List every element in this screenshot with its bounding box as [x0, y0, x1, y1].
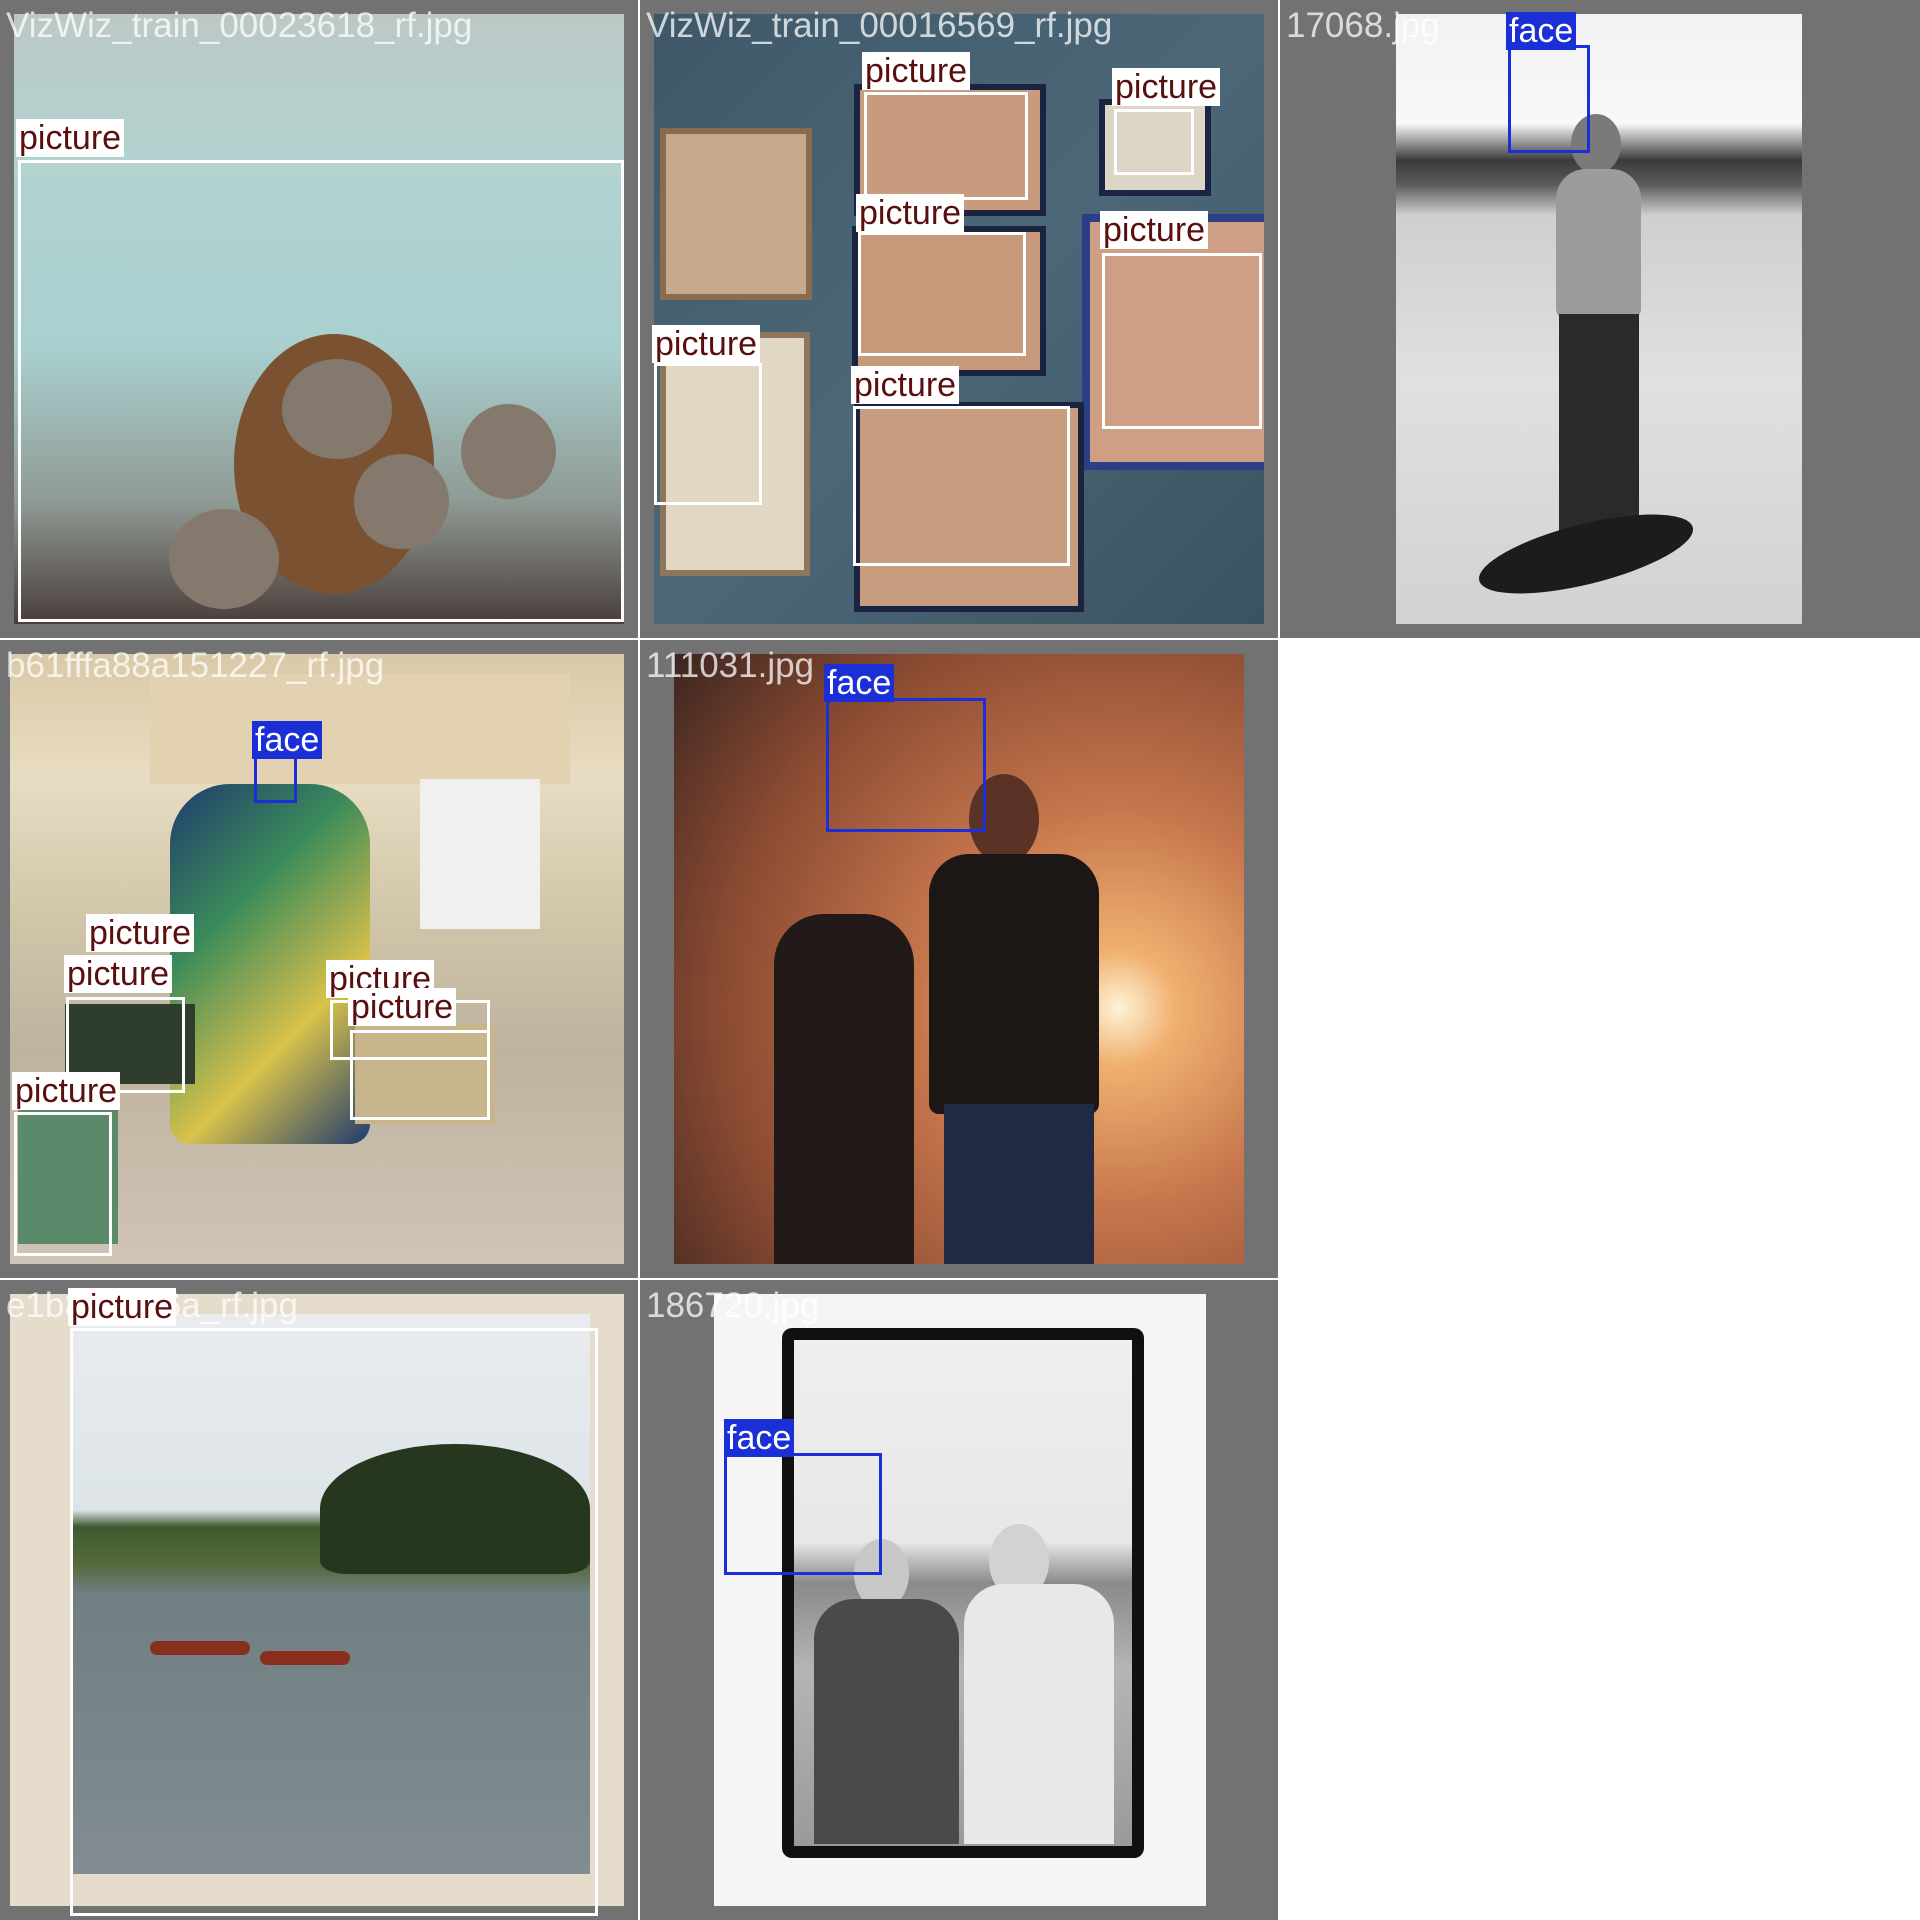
person-torso: [929, 854, 1099, 1114]
picture-bounding-box: [1102, 253, 1262, 429]
picture-bounding-box: [70, 1328, 598, 1916]
class-label: picture: [652, 325, 761, 363]
class-label: picture: [856, 194, 965, 232]
class-label: picture: [86, 914, 195, 952]
picture-bounding-box: [1114, 109, 1194, 175]
picture-bounding-box: [350, 1030, 490, 1120]
frame: [660, 128, 812, 300]
person-torso: [1556, 169, 1641, 319]
class-label: face: [824, 664, 895, 702]
tile-6: e1b829ad6a_rf.jpg picture: [0, 1280, 638, 1920]
person-legs: [1559, 314, 1639, 544]
photo-7: [714, 1294, 1206, 1906]
filename-label: 111031.jpg: [646, 646, 815, 685]
person-body: [814, 1599, 959, 1844]
filename-label: 186720.jpg: [646, 1286, 820, 1325]
class-label: face: [252, 721, 323, 759]
class-label: picture: [862, 52, 971, 90]
face-bounding-box: [826, 698, 986, 832]
class-label: picture: [64, 955, 173, 993]
person-legs: [944, 1104, 1094, 1264]
tile-4: b61fffa88a151227_rf.jpg face picture pic…: [0, 640, 638, 1278]
class-label: picture: [68, 1288, 177, 1326]
filename-label: b61fffa88a151227_rf.jpg: [6, 646, 385, 685]
class-label: picture: [348, 988, 457, 1026]
filename-label: VizWiz_train_00016569_rf.jpg: [646, 6, 1113, 45]
tile-7: 186720.jpg face: [640, 1280, 1278, 1920]
photo-3: [1396, 14, 1802, 624]
filename-label: 17068.jpg: [1286, 6, 1440, 45]
class-label: picture: [851, 366, 960, 404]
picture-bounding-box: [18, 160, 624, 622]
tile-2: VizWiz_train_00016569_rf.jpg picture pic…: [640, 0, 1278, 638]
picture-bounding-box: [864, 92, 1028, 200]
picture-bounding-box: [858, 232, 1026, 356]
person-body: [964, 1584, 1114, 1844]
face-bounding-box: [1508, 45, 1590, 153]
class-label: picture: [1100, 211, 1209, 249]
picture-bounding-box: [654, 363, 762, 505]
tile-5: 111031.jpg face: [640, 640, 1278, 1278]
cabinets: [150, 674, 570, 784]
class-label: face: [1506, 12, 1577, 50]
class-label: picture: [16, 119, 125, 157]
face-bounding-box: [724, 1453, 882, 1575]
class-label: face: [724, 1419, 795, 1457]
tile-3: 17068.jpg face: [1280, 0, 1920, 638]
filename-label: VizWiz_train_00023618_rf.jpg: [6, 6, 473, 45]
tile-1: VizWiz_train_00023618_rf.jpg picture: [0, 0, 638, 638]
refrigerator: [420, 779, 540, 929]
picture-bounding-box: [853, 406, 1070, 566]
class-label: picture: [12, 1072, 121, 1110]
face-bounding-box: [254, 755, 297, 803]
picture-bounding-box: [14, 1112, 112, 1256]
second-person: [774, 914, 914, 1264]
class-label: picture: [1112, 68, 1221, 106]
